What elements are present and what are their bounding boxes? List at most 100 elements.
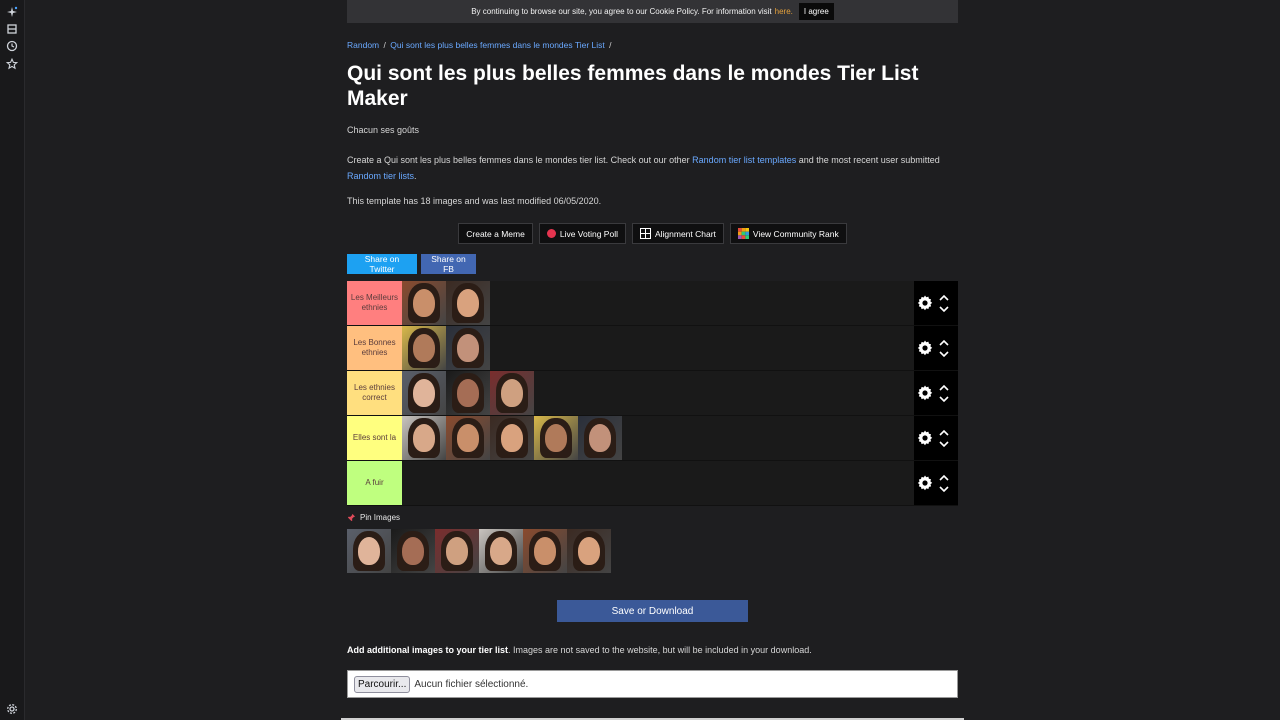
tier-image[interactable]	[446, 416, 490, 460]
tier-controls	[914, 461, 958, 505]
gear-icon[interactable]	[917, 340, 933, 356]
tier-items[interactable]	[402, 371, 914, 415]
chevron-up-icon[interactable]	[939, 474, 949, 482]
cookie-policy-link[interactable]: here.	[775, 7, 793, 16]
grid-icon	[639, 228, 651, 239]
live-voting-poll-label: Live Voting Poll	[559, 228, 618, 239]
portrait-face	[413, 379, 435, 407]
tier-row: Elles sont la	[347, 416, 958, 461]
tier-image[interactable]	[578, 416, 622, 460]
breadcrumb: Random / Qui sont les plus belles femmes…	[347, 40, 614, 50]
intro-text: Create a Qui sont les plus belles femmes…	[347, 152, 962, 184]
gear-icon[interactable]	[917, 430, 933, 446]
star-icon[interactable]	[6, 58, 18, 70]
clock-icon[interactable]	[6, 40, 18, 52]
template-meta: This template has 18 images and was last…	[347, 196, 602, 206]
gear-icon[interactable]	[917, 475, 933, 491]
tier-image[interactable]	[402, 326, 446, 370]
breadcrumb-separator: /	[609, 40, 612, 50]
chevron-up-icon[interactable]	[939, 294, 949, 302]
community-rank-button[interactable]: View Community Rank	[729, 223, 847, 244]
additional-images-info: Add additional images to your tier list.…	[347, 645, 812, 655]
tier-row: A fuir	[347, 461, 958, 506]
pool-image[interactable]	[391, 529, 435, 573]
tier-items[interactable]	[402, 416, 914, 460]
tier-image[interactable]	[446, 326, 490, 370]
tier-image[interactable]	[402, 281, 446, 325]
browse-button[interactable]: Parcourir...	[354, 675, 411, 693]
tier-label[interactable]: Les ethnies correct	[347, 371, 402, 415]
page-subtitle: Chacun ses goûts	[347, 125, 420, 135]
pool-image[interactable]	[479, 529, 523, 573]
portrait-face	[457, 289, 479, 317]
chevron-up-icon[interactable]	[939, 429, 949, 437]
tier-move-arrows	[939, 384, 949, 403]
pool-image[interactable]	[567, 529, 611, 573]
tier-image[interactable]	[402, 416, 446, 460]
share-twitter-button[interactable]: Share on Twitter	[347, 254, 417, 274]
file-status: Aucun fichier sélectionné.	[414, 678, 529, 690]
tier-controls	[914, 326, 958, 370]
tier-label[interactable]: Les Meilleurs ethnies	[347, 281, 402, 325]
portrait-face	[413, 424, 435, 452]
tier-items[interactable]	[402, 281, 914, 325]
bookmark-icon[interactable]	[6, 23, 18, 35]
pool-image[interactable]	[347, 529, 391, 573]
tier-label[interactable]: Elles sont la	[347, 416, 402, 460]
save-download-button[interactable]: Save or Download	[557, 600, 748, 622]
additional-images-heading: Add additional images to your tier list	[347, 645, 509, 655]
tier-image[interactable]	[490, 416, 534, 460]
pool-image[interactable]	[523, 529, 567, 573]
tier-row: Les ethnies correct	[347, 371, 958, 416]
community-rank-label: View Community Rank	[752, 228, 839, 239]
random-templates-link[interactable]: Random tier list templates	[692, 155, 796, 165]
portrait-face	[501, 379, 523, 407]
chevron-up-icon[interactable]	[939, 339, 949, 347]
gear-icon[interactable]	[917, 295, 933, 311]
tier-image[interactable]	[402, 371, 446, 415]
tier-move-arrows	[939, 429, 949, 448]
tier-controls	[914, 416, 958, 460]
community-mosaic-icon	[737, 228, 749, 239]
portrait-face	[534, 537, 556, 565]
tier-label[interactable]: Les Bonnes ethnies	[347, 326, 402, 370]
pin-images[interactable]: Pin Images	[347, 513, 400, 522]
file-input[interactable]: Parcourir... Aucun fichier sélectionné.	[347, 670, 958, 698]
tier-image[interactable]	[534, 416, 578, 460]
tier-move-arrows	[939, 294, 949, 313]
sparkle-icon[interactable]	[6, 6, 18, 18]
gear-icon[interactable]	[917, 385, 933, 401]
chevron-down-icon[interactable]	[939, 305, 949, 313]
tier-controls	[914, 281, 958, 325]
agree-button[interactable]: I agree	[798, 3, 834, 20]
pool-image[interactable]	[435, 529, 479, 573]
share-fb-button[interactable]: Share on FB	[421, 254, 476, 274]
chevron-down-icon[interactable]	[939, 395, 949, 403]
settings-icon[interactable]	[6, 703, 18, 715]
chevron-up-icon[interactable]	[939, 384, 949, 392]
breadcrumb-tier-list[interactable]: Qui sont les plus belles femmes dans le …	[390, 40, 605, 50]
tier-label[interactable]: A fuir	[347, 461, 402, 505]
portrait-face	[501, 424, 523, 452]
portrait-face	[413, 289, 435, 317]
portrait-face	[358, 537, 380, 565]
random-tier-lists-link[interactable]: Random tier lists	[347, 171, 414, 181]
intro-text-part: .	[414, 171, 417, 181]
tier-image[interactable]	[446, 281, 490, 325]
live-voting-poll-button[interactable]: Live Voting Poll	[538, 223, 626, 244]
chevron-down-icon[interactable]	[939, 440, 949, 448]
tier-image[interactable]	[490, 371, 534, 415]
portrait-face	[457, 334, 479, 362]
chevron-down-icon[interactable]	[939, 350, 949, 358]
chevron-down-icon[interactable]	[939, 485, 949, 493]
create-meme-label: Create a Meme	[466, 228, 525, 239]
tier-items[interactable]	[402, 326, 914, 370]
tier-image[interactable]	[446, 371, 490, 415]
breadcrumb-random[interactable]: Random	[347, 40, 379, 50]
tier-items[interactable]	[402, 461, 914, 505]
tier-move-arrows	[939, 474, 949, 493]
cookie-banner: By continuing to browse our site, you ag…	[347, 0, 958, 23]
alignment-chart-button[interactable]: Alignment Chart	[631, 223, 724, 244]
create-meme-button[interactable]: Create a Meme	[458, 223, 533, 244]
intro-text-part: Create a Qui sont les plus belles femmes…	[347, 155, 693, 165]
